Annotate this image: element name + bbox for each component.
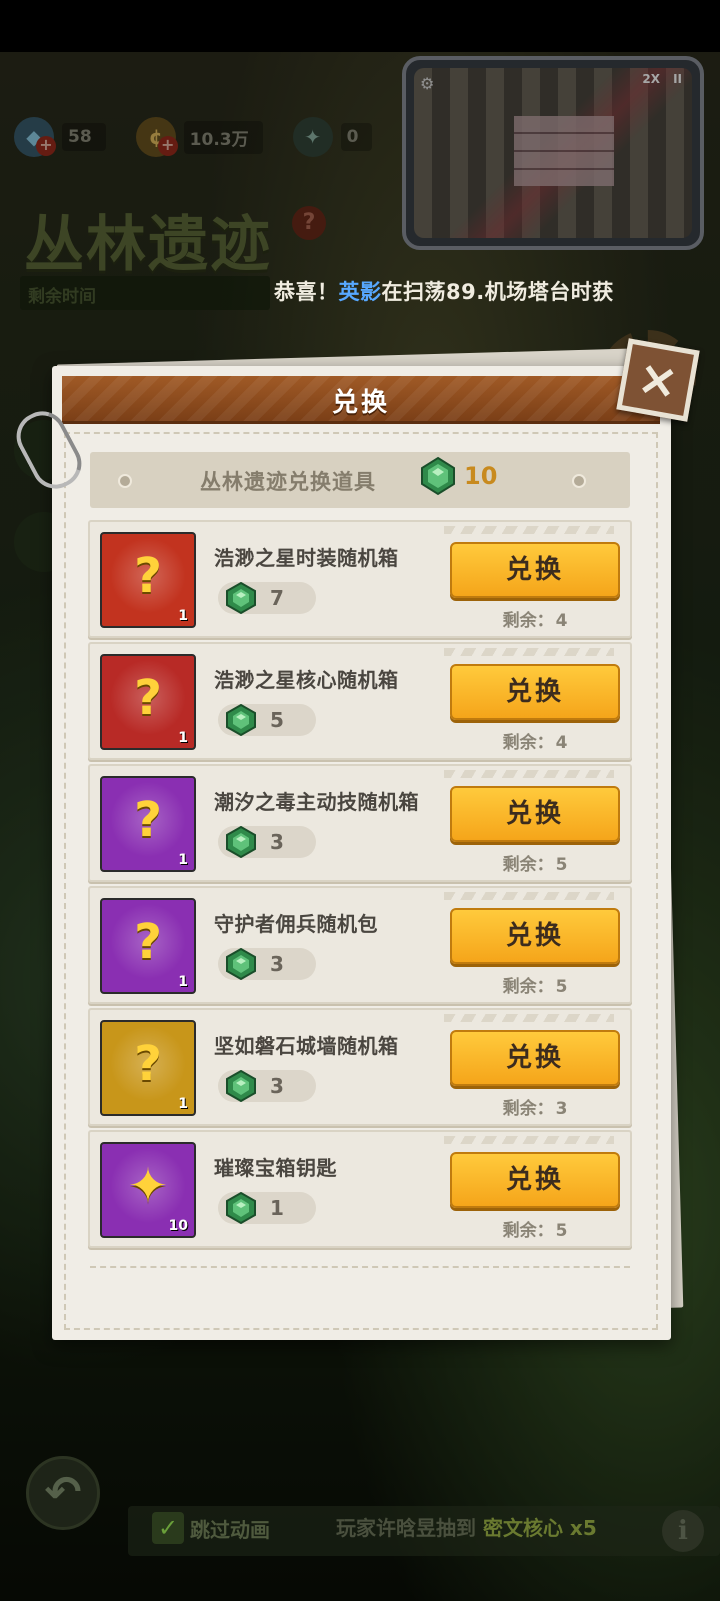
remaining-label: 剩余： <box>502 1099 554 1119</box>
remaining-value: 5 <box>555 1221 568 1241</box>
modal-title: 兑换 <box>331 388 390 418</box>
item-cost: 5 <box>270 708 284 732</box>
remaining-value: 4 <box>555 611 568 631</box>
item-icon[interactable]: ? 1 <box>100 776 196 872</box>
ticker-prefix: 恭喜！ <box>274 280 339 304</box>
remaining-label: 剩余： <box>502 855 554 875</box>
remaining-count: 剩余： 3 <box>450 1094 620 1119</box>
card-stripe <box>444 770 614 778</box>
jungle-crystal-icon <box>224 1069 258 1103</box>
exchange-button[interactable]: 兑换 <box>450 786 620 842</box>
jungle-crystal-icon <box>224 1191 258 1225</box>
item-cost: 3 <box>270 952 284 976</box>
item-name: 潮汐之毒主动技随机箱 <box>214 790 419 814</box>
jungle-crystal-icon <box>224 581 258 615</box>
item-glyph: ? <box>134 548 162 604</box>
item-glyph: ? <box>134 792 162 848</box>
item-quantity: 1 <box>178 852 188 868</box>
card-stripe <box>444 648 614 656</box>
back-button[interactable]: ↶ <box>26 1456 100 1530</box>
item-name: 坚如磐石城墙随机箱 <box>214 1034 399 1058</box>
item-cost: 3 <box>270 1074 284 1098</box>
item-name: 璀璨宝箱钥匙 <box>214 1156 337 1180</box>
section-dot-left <box>118 474 132 488</box>
currency-count: 10 <box>464 462 498 490</box>
item-cost: 3 <box>270 830 284 854</box>
card-stripe <box>444 1136 614 1144</box>
remaining-value: 3 <box>555 1099 568 1119</box>
exchange-item-card: ? 1 浩渺之星核心随机箱 5 兑换 剩余： 4 <box>88 642 632 760</box>
exchange-button[interactable]: 兑换 <box>450 1152 620 1208</box>
remaining-count: 剩余： 4 <box>450 606 620 631</box>
section-title: 丛林遗迹兑换道具 <box>200 470 376 494</box>
item-icon[interactable]: ? 1 <box>100 654 196 750</box>
item-name: 浩渺之星时装随机箱 <box>214 546 399 570</box>
card-stripe <box>444 1014 614 1022</box>
item-glyph: ? <box>134 1036 162 1092</box>
skip-animation-label[interactable]: 跳过动画 <box>190 1514 270 1543</box>
item-icon[interactable]: ? 1 <box>100 532 196 628</box>
remaining-label: 剩余： <box>502 1221 554 1241</box>
item-quantity: 1 <box>178 1096 188 1112</box>
ticker-player-name: 英影 <box>338 280 382 304</box>
jungle-crystal-icon <box>224 947 258 981</box>
skip-animation-checkbox[interactable]: ✓ <box>152 1512 184 1544</box>
draw-announcement: 玩家许晗昱抽到 密文核心 x5 <box>336 1512 597 1541</box>
remaining-count: 剩余： 5 <box>450 972 620 997</box>
announcement-ticker: 恭喜！英影在扫荡89.机场塔台时获 <box>274 276 614 306</box>
item-icon[interactable]: ✦ 10 <box>100 1142 196 1238</box>
game-screen: ◆ + 58 ¢ + 10.3万 ✦ 0 丛林遗迹 ? 剩余时间 ⚙ 2X II… <box>0 0 720 1601</box>
exchange-item-card: ? 1 守护者佣兵随机包 3 兑换 剩余： 5 <box>88 886 632 1004</box>
section-dot-right <box>572 474 586 488</box>
remaining-count: 剩余： 5 <box>450 1216 620 1241</box>
item-glyph: ? <box>134 914 162 970</box>
exchange-button[interactable]: 兑换 <box>450 664 620 720</box>
item-icon[interactable]: ? 1 <box>100 898 196 994</box>
exchange-item-card: ? 1 坚如磐石城墙随机箱 3 兑换 剩余： 3 <box>88 1008 632 1126</box>
item-quantity: 1 <box>178 974 188 990</box>
jungle-crystal-icon <box>224 703 258 737</box>
back-arrow-icon: ↶ <box>44 1467 82 1518</box>
remaining-count: 剩余： 4 <box>450 728 620 753</box>
exchange-button[interactable]: 兑换 <box>450 908 620 964</box>
item-quantity: 1 <box>178 730 188 746</box>
item-quantity: 1 <box>178 608 188 624</box>
remaining-value: 5 <box>555 977 568 997</box>
card-stripe <box>444 892 614 900</box>
exchange-item-card: ✦ 10 璀璨宝箱钥匙 1 兑换剩余： 5 <box>88 1130 632 1248</box>
remaining-count: 剩余： 5 <box>450 850 620 875</box>
exchange-item-card: ? 1 潮汐之毒主动技随机箱 3 兑换 剩余： 5 <box>88 764 632 882</box>
ticker-suffix: 在扫荡89.机场塔台时获 <box>381 280 614 304</box>
remaining-value: 5 <box>555 855 568 875</box>
item-cost: 7 <box>270 586 284 610</box>
jungle-crystal-icon <box>224 825 258 859</box>
item-icon[interactable]: ? 1 <box>100 1020 196 1116</box>
item-name: 浩渺之星核心随机箱 <box>214 668 399 692</box>
draw-announcement-item: 密文核心 x5 <box>482 1516 597 1540</box>
close-button[interactable]: × <box>616 338 700 422</box>
remaining-value: 4 <box>555 733 568 753</box>
remaining-label: 剩余： <box>502 733 554 753</box>
item-glyph: ✦ <box>127 1158 169 1214</box>
exchange-item-card: ? 1 浩渺之星时装随机箱 7 兑换 剩余： 4 <box>88 520 632 638</box>
draw-announcement-prefix: 玩家许晗昱抽到 <box>336 1516 476 1540</box>
remaining-label: 剩余： <box>502 977 554 997</box>
item-glyph: ? <box>134 670 162 726</box>
modal-divider <box>90 1266 630 1268</box>
remaining-label: 剩余： <box>502 611 554 631</box>
exchange-button[interactable]: 兑换 <box>450 542 620 598</box>
card-stripe <box>444 526 614 534</box>
item-cost: 1 <box>270 1196 284 1220</box>
jungle-crystal-icon <box>421 456 455 496</box>
status-bar <box>0 0 720 52</box>
exchange-item-list: ? 1 浩渺之星时装随机箱 7 兑换 剩余： 4? 1 浩渺之星核心随机箱 5 兑换 剩余： 4? 1 潮汐… <box>88 520 632 1252</box>
info-icon[interactable]: i <box>662 1510 704 1552</box>
item-quantity: 10 <box>168 1218 188 1234</box>
item-name: 守护者佣兵随机包 <box>214 912 378 936</box>
exchange-button[interactable]: 兑换 <box>450 1030 620 1086</box>
checkmark-icon: ✓ <box>157 1514 179 1542</box>
close-icon: × <box>633 348 683 412</box>
